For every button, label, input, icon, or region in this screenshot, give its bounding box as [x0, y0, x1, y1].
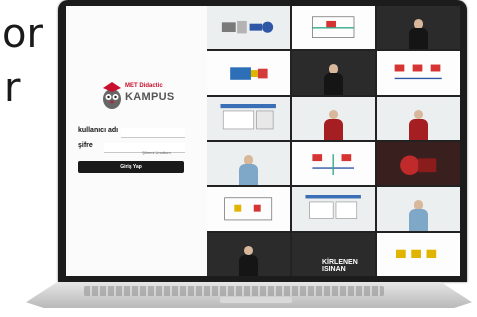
video-tile[interactable]	[292, 141, 375, 186]
login-button[interactable]: Giriş Yap	[78, 161, 184, 173]
presenter-figure	[323, 109, 344, 140]
presenter-figure	[238, 155, 259, 186]
video-tile[interactable]	[207, 187, 290, 231]
machine-diagram-icon	[230, 67, 268, 80]
circuit-diagram-icon	[224, 197, 273, 221]
software-screen-icon	[220, 104, 277, 130]
machine-diagram-icon	[222, 20, 274, 34]
video-tile[interactable]	[207, 232, 290, 276]
circuit-diagram-icon	[312, 16, 355, 38]
brand-logo: MET Didactic KAMPUS	[101, 80, 181, 112]
video-tile[interactable]	[377, 232, 460, 276]
video-tile[interactable]	[377, 6, 460, 50]
video-caption-kirlenen: KİRLENEN	[322, 258, 358, 266]
video-tile[interactable]	[377, 187, 460, 231]
side-text-or: or	[2, 11, 43, 57]
username-label: kullanıcı adı	[78, 127, 119, 134]
machine-diagram-icon	[400, 155, 437, 175]
presenter-figure	[408, 109, 429, 140]
laptop-screen: MET Didactic KAMPUS kullanıcı adı şifre …	[66, 6, 460, 276]
forgot-password-link[interactable]: Şifremi Unuttum	[142, 150, 171, 155]
username-input[interactable]	[121, 128, 185, 138]
owl-logo-icon	[103, 82, 121, 109]
circuit-diagram-icon	[394, 64, 443, 80]
password-label: şifre	[78, 142, 93, 149]
video-tile[interactable]	[207, 141, 290, 186]
video-caption-isinan: ISINAN	[322, 265, 346, 273]
circuit-diagram-icon	[312, 153, 355, 175]
video-tile[interactable]	[207, 51, 290, 95]
circuit-diagram-icon	[396, 250, 437, 259]
presenter-figure	[323, 64, 344, 95]
side-text-r: r	[4, 65, 21, 111]
video-tile[interactable]	[377, 141, 460, 186]
brand-kampus: KAMPUS	[125, 91, 175, 103]
presenter-figure	[408, 19, 429, 50]
video-tile[interactable]	[292, 51, 375, 95]
video-tile[interactable]	[377, 51, 460, 95]
keyboard	[84, 286, 384, 296]
login-panel: MET Didactic KAMPUS kullanıcı adı şifre …	[66, 6, 207, 276]
video-tile[interactable]	[292, 96, 375, 140]
video-grid: KİRLENEN ISINAN	[207, 6, 460, 276]
video-tile[interactable]	[207, 96, 290, 140]
presenter-figure	[238, 245, 259, 276]
presenter-figure	[408, 200, 429, 231]
brand-name: MET Didactic	[125, 83, 163, 89]
video-tile[interactable]	[292, 6, 375, 50]
video-tile[interactable]	[377, 96, 460, 140]
video-tile[interactable]: KİRLENEN ISINAN	[292, 232, 375, 276]
video-tile[interactable]	[207, 6, 290, 50]
trackpad	[220, 297, 292, 303]
video-tile[interactable]	[292, 187, 375, 231]
software-screen-icon	[305, 195, 362, 220]
